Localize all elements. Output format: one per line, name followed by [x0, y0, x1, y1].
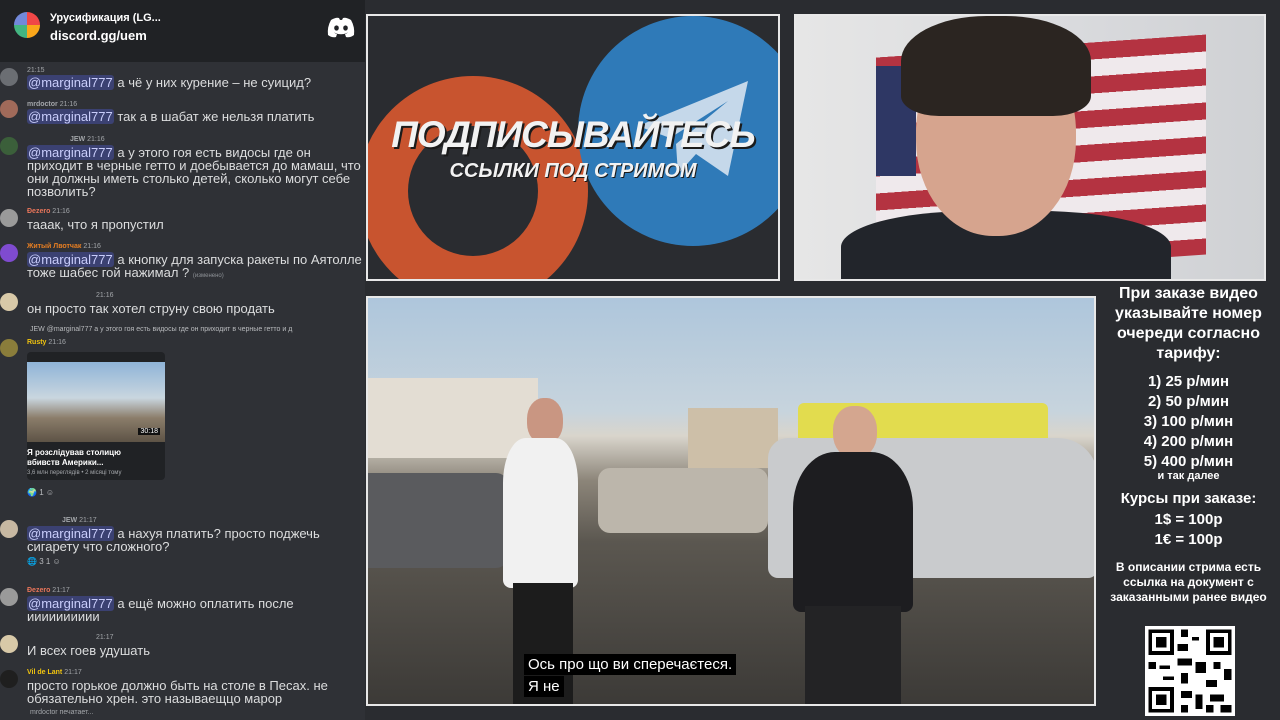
video-car [598, 468, 768, 533]
message-time: 21:16 [87, 136, 105, 143]
tariff-item: 5) 400 р/мин [1143, 453, 1234, 470]
tariff-item: 1) 25 р/мин [1147, 373, 1230, 390]
message-text: @marginal777 а нахуя платить? просто под… [27, 526, 320, 554]
order-instructions: При заказе видео указывайте номер очеред… [1115, 285, 1262, 362]
username[interactable]: Ðezero [27, 208, 50, 215]
username[interactable]: Житый Лвотчак [27, 243, 81, 250]
server-header: Урусификация (LG... discord.gg/uem [0, 0, 365, 62]
reaction-bar[interactable]: 🌍 1 ☺ [27, 488, 54, 497]
message-text: @marginal777 а кнопку для запуска ракеты… [27, 252, 362, 280]
avatar [0, 100, 18, 118]
avatar [0, 293, 18, 311]
tariff-item: 3) 100 р/мин [1143, 413, 1234, 430]
embed-subtitle: 3,6 млн переглядів • 2 місяці тому [27, 470, 122, 476]
message-time: 21:17 [64, 669, 82, 676]
video-embed[interactable]: 30:18 Я розслідував столицю вбивств Амер… [27, 352, 165, 480]
embed-duration: 30:18 [138, 428, 160, 435]
message-time: 21:17 [52, 587, 70, 594]
rates-list: 1$ = 100р 1€ = 100р [1097, 510, 1280, 550]
message-time: 21:15 [27, 67, 45, 74]
server-invite[interactable]: discord.gg/uem [50, 28, 147, 43]
rate-item: 1$ = 100р [1154, 511, 1223, 528]
avatar [0, 670, 18, 688]
subscribe-banner: ПОДПИСЫВАЙТЕСЬ ССЫЛКИ ПОД СТРИМОМ [366, 14, 780, 281]
video-car [368, 473, 508, 568]
avatar [0, 244, 18, 262]
username[interactable]: Ðezero [27, 587, 50, 594]
message-time: 21:16 [96, 292, 114, 299]
message-text: @marginal777 а у этого гоя есть видосы г… [27, 145, 361, 199]
message-text: просто горькое должно быть на столе в Пе… [27, 678, 328, 706]
edited-marker: (изменено) [192, 273, 224, 279]
webcam-feed [794, 14, 1266, 281]
avatar [0, 520, 18, 538]
tariff-item: 4) 200 р/мин [1143, 433, 1234, 450]
user-mention[interactable]: @marginal777 [27, 109, 114, 124]
message-text: @marginal777 а чё у них курение – не суи… [27, 75, 312, 90]
avatar [0, 635, 18, 653]
chat-overlay: Урусификация (LG... discord.gg/uem 21:15… [0, 0, 365, 720]
avatar [0, 339, 18, 357]
message-text: он просто так хотел струну свою продать [27, 301, 275, 316]
reply-preview[interactable]: JEW @marginal777 а у этого гоя есть видо… [30, 326, 292, 333]
discord-logo-icon [327, 17, 355, 38]
tariff-more: и так далее [1157, 470, 1220, 482]
username[interactable]: Vil de Lant [27, 669, 62, 676]
avatar [0, 209, 18, 227]
embed-title[interactable]: Я розслідував столицю вбивств Америки... [27, 448, 152, 468]
typing-indicator: mrdoctor печатает... [30, 709, 94, 716]
message-text: тааак, что я пропустил [27, 217, 164, 232]
message-time: 21:17 [79, 517, 97, 524]
qr-code-icon [1145, 626, 1235, 716]
main-video: Ось про що ви сперечаєтеся. Я не [366, 296, 1096, 706]
tariff-list: 1) 25 р/мин 2) 50 р/мин 3) 100 р/мин 4) … [1097, 372, 1280, 472]
message-time: 21:16 [83, 243, 101, 250]
username[interactable]: JEW [62, 517, 77, 524]
avatar [0, 137, 18, 155]
tariff-item: 2) 50 р/мин [1147, 393, 1230, 410]
video-building [688, 408, 778, 468]
message-time: 21:17 [96, 634, 114, 641]
server-icon [14, 12, 40, 38]
message-time: 21:16 [48, 339, 66, 346]
avatar [0, 68, 18, 86]
banner-subtitle: ССЫЛКИ ПОД СТРИМОМ [449, 160, 697, 182]
banner-title: ПОДПИСЫВАЙТЕСЬ [391, 114, 755, 155]
username[interactable]: Rusty [27, 339, 46, 346]
streamer-hair [901, 16, 1091, 116]
message-text: И всех гоев удушать [27, 643, 150, 658]
message-text: @marginal777 так а в шабат же нельзя пла… [27, 109, 315, 124]
message-text: @marginal777 а ещё можно оплатить после … [27, 596, 294, 624]
video-subtitle: Ось про що ви сперечаєтеся. [524, 654, 737, 675]
user-mention[interactable]: @marginal777 [27, 75, 114, 90]
order-info-panel: При заказе видео указывайте номер очеред… [1097, 284, 1280, 720]
rate-item: 1€ = 100р [1154, 531, 1223, 548]
avatar [0, 588, 18, 606]
video-person-right [793, 406, 913, 704]
message-time: 21:16 [59, 101, 78, 108]
reaction-bar[interactable]: 🌐 3 1 ☺ [27, 557, 61, 566]
username[interactable]: JEW [70, 136, 85, 143]
description-note: В описании стрима есть ссылка на докумен… [1110, 560, 1267, 604]
username[interactable]: mrdoctor [27, 101, 58, 108]
rates-title: Курсы при заказе: [1120, 490, 1257, 507]
video-subtitle: Я не [524, 676, 564, 697]
message-time: 21:16 [52, 208, 70, 215]
server-name: Урусификация (LG... [50, 12, 161, 24]
